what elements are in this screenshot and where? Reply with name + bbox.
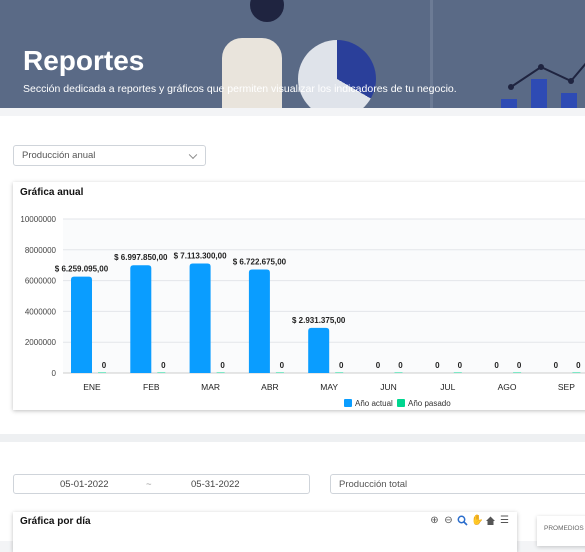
- bar-actual: [189, 263, 211, 373]
- data-label-actual: 0: [494, 361, 499, 370]
- x-tick-label: ENE: [83, 382, 101, 392]
- bar-pasado: [572, 372, 581, 373]
- illustration-person-body: [222, 38, 282, 108]
- legend-label-actual: Año actual: [355, 399, 393, 408]
- production-select-value: Producción anual: [22, 150, 96, 161]
- section-divider: [0, 434, 585, 442]
- y-tick-label: 8000000: [25, 246, 57, 255]
- data-label-pasado: 0: [339, 361, 344, 370]
- bar-pasado: [453, 372, 462, 373]
- data-label-actual: $ 6.259.095,00: [55, 265, 109, 274]
- menu-icon[interactable]: ☰: [499, 515, 510, 526]
- data-label-pasado: 0: [517, 361, 522, 370]
- bar-actual: [130, 265, 152, 373]
- legend-swatch-pasado: [397, 399, 405, 407]
- data-label-actual: 0: [376, 361, 381, 370]
- y-tick-label: 0: [52, 369, 57, 378]
- data-label-pasado: 0: [398, 361, 403, 370]
- bar-pasado: [394, 372, 403, 373]
- y-tick-label: 2000000: [25, 338, 57, 347]
- averages-card: PROMEDIOS: [537, 516, 585, 546]
- x-tick-label: FEB: [143, 382, 160, 392]
- x-tick-label: JUL: [440, 382, 455, 392]
- search-zoom-icon[interactable]: [457, 515, 468, 526]
- page-subtitle: Sección dedicada a reportes y gráficos q…: [23, 83, 457, 95]
- data-label-pasado: 0: [280, 361, 285, 370]
- bar-actual: [71, 276, 92, 373]
- bar-pasado: [157, 372, 166, 373]
- chart-toolbar: ⊕ ⊖ ✋ ☰: [429, 515, 510, 526]
- x-tick-label: SEP: [558, 382, 575, 392]
- data-label-actual: $ 7.113.300,00: [174, 251, 227, 260]
- bar-pasado: [335, 372, 344, 373]
- bar-actual: [308, 327, 330, 373]
- date-separator: ~: [146, 479, 152, 490]
- annual-bar-chart: 0 2000000 4000000 6000000 8000000 10000000 $ 6…: [20, 215, 585, 408]
- header-banner: Reportes Sección dedicada a reportes y g…: [0, 0, 585, 108]
- bar-actual: [248, 269, 270, 373]
- date-to[interactable]: 05-31-2022: [191, 479, 240, 490]
- data-label-pasado: 0: [102, 361, 107, 370]
- y-tick-label: 10000000: [20, 215, 56, 224]
- chevron-down-icon: [188, 150, 198, 159]
- data-label-pasado: 0: [161, 361, 166, 370]
- legend-swatch-actual: [344, 399, 352, 407]
- page-title: Reportes: [23, 45, 145, 76]
- data-label-actual: 0: [554, 361, 559, 370]
- x-tick-label: JUN: [380, 382, 397, 392]
- bar-pasado: [513, 372, 522, 373]
- averages-label: PROMEDIOS: [544, 525, 584, 532]
- zoom-in-icon[interactable]: ⊕: [429, 515, 440, 526]
- total-select[interactable]: Producción total: [330, 474, 585, 494]
- data-label-pasado: 0: [576, 361, 581, 370]
- pan-hand-icon[interactable]: ✋: [471, 515, 483, 526]
- home-icon[interactable]: [485, 515, 496, 526]
- data-label-actual: $ 6.997.850,00: [114, 253, 168, 262]
- data-label-actual: 0: [435, 361, 440, 370]
- data-label-actual: $ 2.931.375,00: [292, 316, 346, 325]
- data-label-actual: $ 6.722.675,00: [233, 257, 287, 266]
- daily-chart-card: Gráfica por día ⊕ ⊖ ✋ ☰: [13, 512, 517, 552]
- data-label-pasado: 0: [220, 361, 225, 370]
- production-select[interactable]: Producción anual: [13, 145, 206, 166]
- bar-pasado: [98, 372, 106, 373]
- y-tick-label: 4000000: [25, 307, 57, 316]
- illustration-person-head: [250, 0, 284, 22]
- illustration-pie-chart: [298, 40, 376, 108]
- x-tick-label: MAY: [320, 382, 338, 392]
- date-range-picker[interactable]: 05-01-2022 ~ 05-31-2022: [13, 474, 310, 494]
- total-select-value: Producción total: [339, 478, 408, 490]
- x-tick-label: MAR: [201, 382, 220, 392]
- zoom-out-icon[interactable]: ⊖: [443, 515, 454, 526]
- x-tick-label: AGO: [498, 382, 517, 392]
- date-from[interactable]: 05-01-2022: [60, 479, 109, 490]
- daily-chart-title: Gráfica por día: [20, 516, 91, 527]
- y-tick-label: 6000000: [25, 277, 57, 286]
- annual-chart-card: Gráfica anual 0 2000000 4000000 6000000 8000…: [13, 182, 585, 410]
- bar-pasado: [275, 372, 284, 373]
- legend-label-pasado: Año pasado: [408, 399, 451, 408]
- x-tick-label: ABR: [261, 382, 278, 392]
- bar-pasado: [216, 372, 225, 373]
- data-label-pasado: 0: [458, 361, 463, 370]
